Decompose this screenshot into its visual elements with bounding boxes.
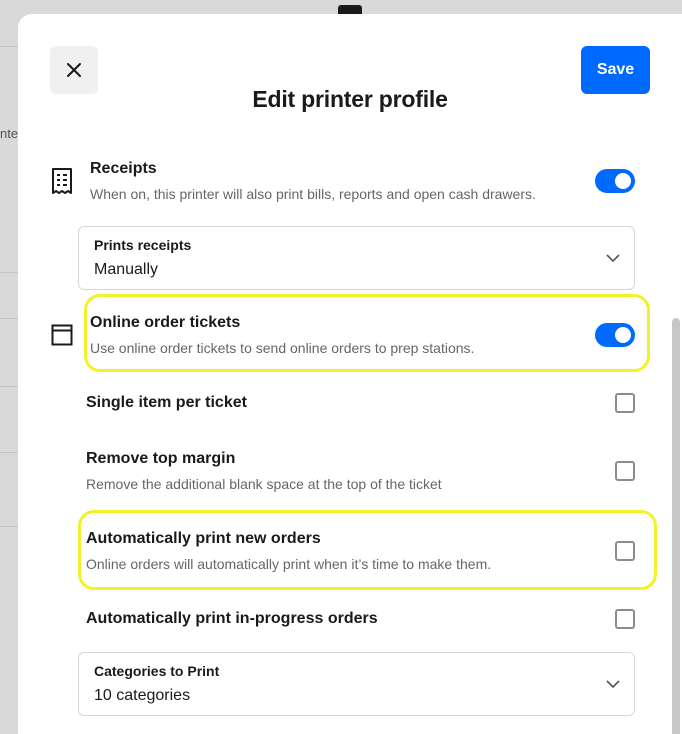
receipts-label: Receipts: [90, 160, 157, 177]
receipts-toggle[interactable]: [595, 169, 635, 193]
single-item-per-ticket-label: Single item per ticket: [86, 394, 247, 411]
modal-header: Edit printer profile Save: [18, 14, 682, 138]
remove-top-margin-description: Remove the additional blank space at the…: [86, 476, 442, 492]
save-button[interactable]: Save: [581, 46, 650, 94]
highlight-online-order-tickets: [84, 294, 650, 372]
receipt-icon: [52, 168, 72, 194]
auto-print-in-progress-orders-label: Automatically print in-progress orders: [86, 610, 378, 627]
background-divider: [0, 272, 18, 273]
prints-receipts-label: Prints receipts: [94, 237, 192, 253]
background-divider: [0, 318, 18, 319]
categories-to-print-label: Categories to Print: [94, 663, 220, 679]
prints-receipts-select[interactable]: Prints receipts Manually: [78, 226, 635, 290]
categories-to-print-value: 10 categories: [94, 687, 191, 704]
receipts-description: When on, this printer will also print bi…: [90, 186, 536, 202]
background-divider: [0, 386, 18, 387]
edit-printer-profile-modal: Receipts When on, this printer will also…: [18, 14, 682, 734]
background-divider: [0, 452, 18, 453]
background-divider: [0, 526, 18, 527]
remove-top-margin-label: Remove top margin: [86, 450, 236, 467]
remove-top-margin-checkbox[interactable]: [615, 461, 635, 481]
ticket-window-icon: [51, 324, 73, 346]
close-icon: [67, 63, 81, 77]
categories-to-print-select[interactable]: Categories to Print 10 categories: [78, 652, 635, 716]
chevron-down-icon: [606, 680, 620, 689]
background-partial-text: nte: [0, 126, 19, 141]
single-item-per-ticket-checkbox[interactable]: [615, 393, 635, 413]
highlight-auto-print-new-orders: [78, 510, 657, 590]
prints-receipts-value: Manually: [94, 261, 159, 278]
chevron-down-icon: [606, 254, 620, 263]
auto-print-in-progress-orders-checkbox[interactable]: [615, 609, 635, 629]
toggle-knob: [615, 173, 631, 189]
scrollbar-thumb[interactable]: [672, 318, 680, 734]
background-divider: [0, 46, 18, 47]
